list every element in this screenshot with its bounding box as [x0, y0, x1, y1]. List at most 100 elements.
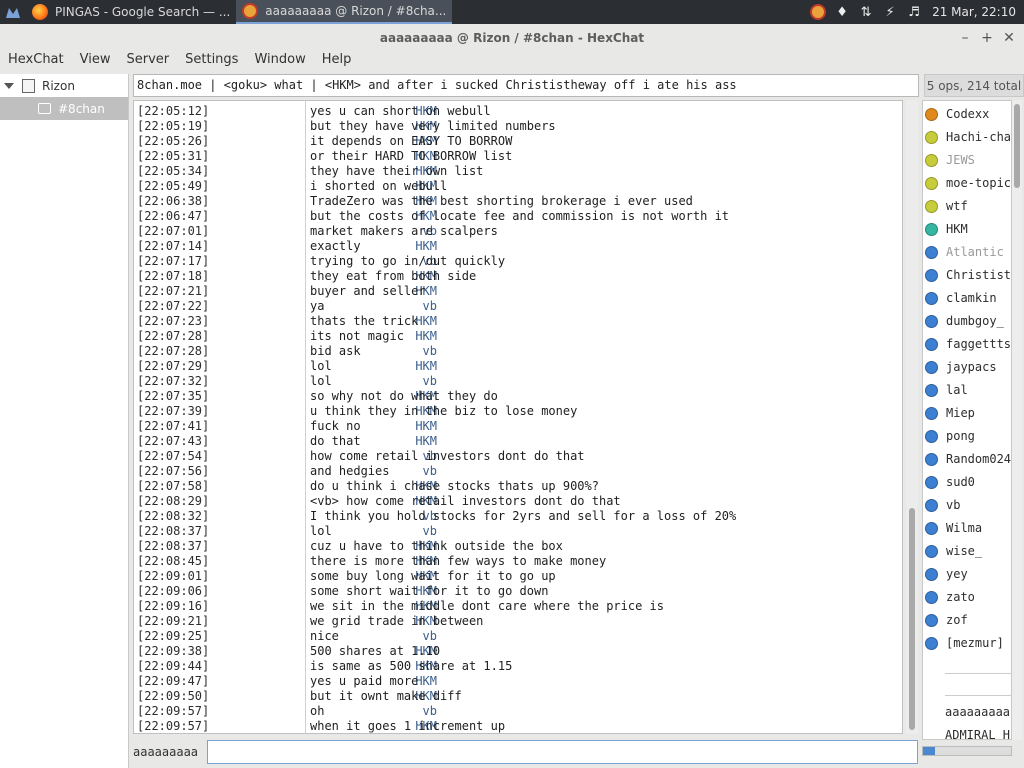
chat-timestamp: [22:06:38]	[137, 194, 210, 208]
chat-line: [22:07:32] vb lol	[134, 374, 902, 389]
chat-message: there is more than few ways to make mone…	[310, 554, 607, 568]
chat-message: market makers are scalpers	[310, 224, 498, 238]
user-list-item[interactable]: JEWS	[925, 150, 975, 170]
user-list-item[interactable]: moe-topic	[925, 173, 1011, 193]
user-list-item[interactable]: Miep	[925, 403, 975, 423]
user-name: Hachi-cha	[946, 130, 1012, 144]
user-list-scrollbar-thumb[interactable]	[1014, 104, 1020, 188]
chat-log[interactable]: [22:05:12] HKM yes u can short on webull [2…	[133, 100, 903, 734]
user-list-item[interactable]: faggettts	[925, 334, 1011, 354]
menu-settings[interactable]: Settings	[177, 52, 246, 67]
chat-nick[interactable]: vb	[423, 464, 437, 479]
user-list-item[interactable]: Hachi-cha	[925, 127, 1011, 147]
user-list-item[interactable]: Codexx	[925, 104, 989, 124]
user-list-item[interactable]: vb	[925, 495, 960, 515]
chat-line: [22:07:56] vb and hedgies	[134, 464, 902, 479]
user-list-item[interactable]: wise_	[925, 541, 982, 561]
user-name: Christist	[946, 268, 1012, 282]
message-input[interactable]	[207, 740, 918, 764]
user-list-item[interactable]: zof	[925, 610, 968, 630]
chat-timestamp: [22:07:32]	[137, 374, 210, 388]
chat-nick[interactable]: HKM	[415, 359, 437, 374]
topic-field[interactable]: 8chan.moe | <goku> what | <HKM> and afte…	[133, 74, 919, 97]
user-status-icon	[925, 498, 938, 512]
user-list-item[interactable]: aaaaaaaaa	[945, 705, 1010, 719]
user-list-item[interactable]: ADMIRAL_H	[945, 728, 1010, 739]
user-list-item[interactable]: wtf	[925, 196, 968, 216]
chat-nick[interactable]: HKM	[415, 674, 437, 689]
chat-nick[interactable]: vb	[423, 374, 437, 389]
chat-line: [22:09:57] vb oh	[134, 704, 902, 719]
chat-timestamp: [22:09:01]	[137, 569, 210, 583]
user-list-item[interactable]: clamkin	[925, 288, 997, 308]
app-menu-button[interactable]	[0, 0, 26, 24]
tree-item-server[interactable]: Rizon	[0, 74, 128, 97]
chat-nick[interactable]: HKM	[415, 314, 437, 329]
chat-nick[interactable]: vb	[423, 629, 437, 644]
taskbar-item-hexchat[interactable]: aaaaaaaaa @ Rizon / #8cha...	[236, 0, 453, 24]
close-icon[interactable]: ✕	[998, 30, 1020, 46]
chat-line: [22:09:25] vb nice	[134, 629, 902, 644]
user-list-item[interactable]: HKM	[925, 219, 968, 239]
chat-nick[interactable]: vb	[423, 524, 437, 539]
chat-message: its not magic	[310, 329, 404, 343]
user-list-item[interactable]: [mezmur]	[925, 633, 1004, 653]
user-list-item[interactable]: Random024	[925, 449, 1011, 469]
chat-nick[interactable]: HKM	[415, 434, 437, 449]
user-list-item[interactable]: Christist	[925, 265, 1011, 285]
chat-scrollbar[interactable]	[906, 100, 918, 734]
chat-message: when it goes 1 increment up	[310, 719, 506, 733]
chat-message: how come retail investors dont do that	[310, 449, 585, 463]
user-status-icon	[925, 406, 938, 420]
notification-bell-icon[interactable]: ♦	[830, 0, 854, 24]
system-tray: ♦ ⇅ ⚡ ♬ 21 Mar, 22:10	[806, 0, 1024, 24]
user-name: lal	[946, 383, 968, 397]
user-list-item[interactable]: zato	[925, 587, 975, 607]
chat-line: [22:05:19] HKM but they have very limited …	[134, 119, 902, 134]
chat-nick[interactable]: vb	[423, 344, 437, 359]
chat-nick[interactable]: HKM	[415, 419, 437, 434]
user-list-item[interactable]: Wilma	[925, 518, 982, 538]
clock[interactable]: 21 Mar, 22:10	[926, 5, 1024, 19]
menu-server[interactable]: Server	[118, 52, 177, 67]
chat-message: is same as 500 share at 1.15	[310, 659, 513, 673]
user-list-item[interactable]: yey	[925, 564, 968, 584]
user-list-item[interactable]: pong	[925, 426, 975, 446]
user-list[interactable]: Codexx Hachi-cha JEWS moe-topic wtf HKM Atlant…	[922, 100, 1012, 740]
nick-button[interactable]: aaaaaaaaa	[133, 741, 205, 763]
user-list-item[interactable]: jaypacs	[925, 357, 997, 377]
menu-hexchat[interactable]: HexChat	[0, 52, 72, 67]
chat-line: [22:07:41] HKM fuck no	[134, 419, 902, 434]
chat-scrollbar-thumb[interactable]	[909, 508, 915, 730]
network-icon[interactable]: ⇅	[854, 0, 878, 24]
tree-item-channel[interactable]: #8chan	[0, 97, 128, 120]
minimize-icon[interactable]: –	[954, 30, 976, 46]
hexchat-tray-icon[interactable]	[806, 0, 830, 24]
chat-nick[interactable]: vb	[423, 299, 437, 314]
chat-timestamp: [22:05:26]	[137, 134, 210, 148]
chat-line: [22:07:23] HKM thats the trick	[134, 314, 902, 329]
chat-line: [22:07:28] HKM its not magic	[134, 329, 902, 344]
chat-line: [22:07:54] vb how come retail investors do…	[134, 449, 902, 464]
user-list-item[interactable]: lal	[925, 380, 968, 400]
chat-message: do u think i chase stocks thats up 900%?	[310, 479, 599, 493]
maximize-icon[interactable]: +	[976, 30, 998, 46]
user-list-scrollbar[interactable]	[1012, 100, 1022, 740]
chat-nick[interactable]: HKM	[415, 329, 437, 344]
volume-icon[interactable]: ♬	[902, 0, 926, 24]
chat-nick[interactable]: vb	[423, 704, 437, 719]
user-list-item[interactable]: sud0	[925, 472, 975, 492]
user-name: pong	[946, 429, 975, 443]
power-icon[interactable]: ⚡	[878, 0, 902, 24]
taskbar-item-firefox[interactable]: PINGAS - Google Search — ...	[26, 0, 236, 24]
chat-timestamp: [22:07:28]	[137, 329, 210, 343]
menu-help[interactable]: Help	[314, 52, 360, 67]
user-list-item[interactable]: dumbgoy_	[925, 311, 1004, 331]
expand-arrow-icon[interactable]	[4, 82, 14, 89]
menu-window[interactable]: Window	[246, 52, 313, 67]
user-list-item[interactable]: Atlantic	[925, 242, 1004, 262]
user-name: zof	[946, 613, 968, 627]
menu-view[interactable]: View	[72, 52, 119, 67]
chat-nick[interactable]: HKM	[415, 239, 437, 254]
chat-line: [22:06:38] HKM TradeZero was the best shor…	[134, 194, 902, 209]
